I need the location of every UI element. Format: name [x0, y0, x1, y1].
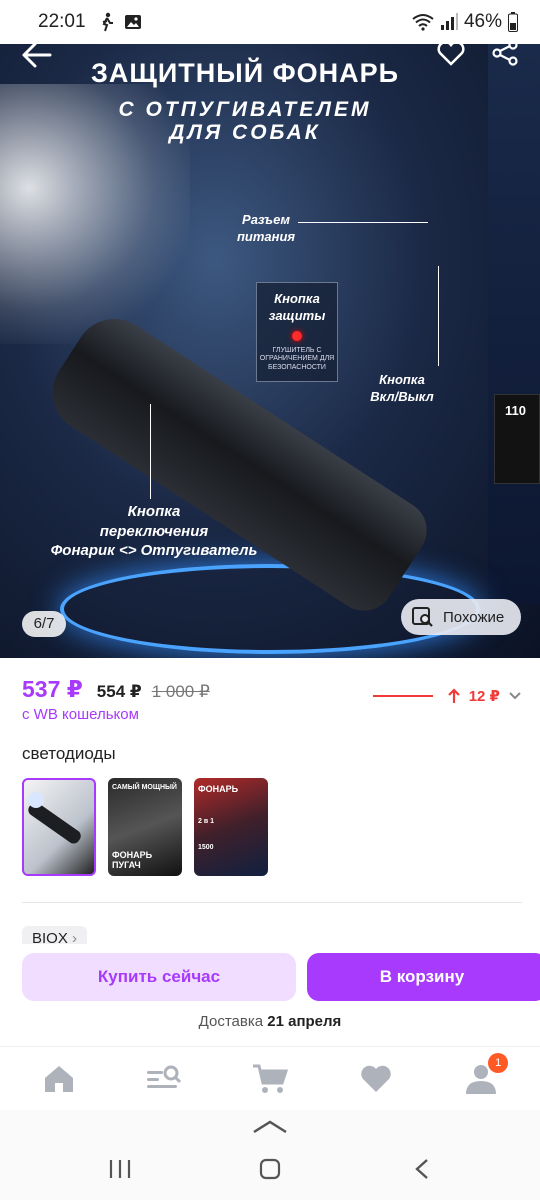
chevron-down-icon — [509, 692, 521, 700]
price-history-trend[interactable]: 12 ₽ — [372, 687, 522, 705]
callout-switch-line1: Кнопка — [127, 503, 181, 520]
callout-protect-line2: защиты — [268, 307, 326, 323]
walk-icon — [102, 12, 113, 32]
callout-power-line2: питания — [236, 228, 296, 244]
delivery-date: 21 апреля — [267, 1013, 342, 1030]
profile-badge: 1 — [488, 1052, 509, 1073]
arrow-up-icon — [447, 688, 460, 703]
back-nav-icon[interactable] — [414, 1158, 430, 1180]
callout-protect-line1: Кнопка — [274, 291, 320, 306]
home-nav-icon[interactable] — [259, 1158, 281, 1180]
variant-thumbnail-2[interactable]: САМЫЙ МОЩНЫЙ ФОНАРЬ ПУГАЧ — [108, 778, 182, 876]
flashlight-thumb-image — [28, 792, 81, 844]
status-time: 22:01 — [38, 11, 86, 32]
delivery-prefix: Доставка — [198, 1013, 264, 1030]
status-bar: 22:01 46% — [0, 0, 540, 44]
similar-label: Похожие — [443, 608, 505, 626]
price-old: 1 000 ₽ — [151, 682, 210, 701]
status-notification-icons — [98, 12, 142, 32]
callout-line-power — [298, 222, 428, 223]
add-to-cart-button[interactable]: В корзину — [307, 953, 540, 1001]
signal-icon — [440, 13, 458, 30]
callout-protect-title: Кнопка защиты — [257, 283, 337, 325]
battery-icon — [508, 12, 518, 32]
tab-profile[interactable]: 1 — [456, 1052, 509, 1099]
thumb2-label-top: САМЫЙ МОЩНЫЙ — [112, 784, 177, 791]
product-image-gallery[interactable]: 110 ЗАЩИТНЫЙ ФОНАРЬ С ОТПУГИВАТЕЛЕМ ДЛЯ … — [0, 44, 540, 658]
section-divider — [22, 902, 522, 903]
variant-title: светодиоды — [22, 744, 116, 763]
gallery-counter: 6/7 — [22, 611, 66, 637]
wifi-icon — [412, 14, 434, 31]
cart-icon — [252, 1064, 289, 1093]
tab-catalog-search[interactable] — [139, 1059, 189, 1099]
callout-onoff-line2: Вкл/Выкл — [370, 388, 434, 404]
red-button-dot — [292, 330, 302, 341]
similar-button[interactable]: Похожие — [401, 599, 521, 635]
price-row: 537 ₽ 554 ₽ 1 000 ₽ 12 ₽ — [22, 676, 522, 706]
variant-thumbnail-1[interactable] — [22, 778, 96, 876]
thumb2-label-bottom: ФОНАРЬ ПУГАЧ — [112, 850, 153, 870]
thumb3-label-top: ФОНАРЬ — [198, 784, 239, 794]
battery-percent: 46% — [463, 11, 502, 32]
hero-title-line1: ЗАЩИТНЫЙ ФОНАРЬ — [90, 58, 400, 88]
price-current: 537 ₽ — [22, 676, 83, 702]
callout-switch-line3: Фонарик <> Отпугиватель — [50, 542, 258, 559]
variant-thumbnails: САМЫЙ МОЩНЫЙ ФОНАРЬ ПУГАЧ ФОНАРЬ 2 в 1 1… — [22, 778, 268, 876]
callout-onoff-button: Кнопка Вкл/Выкл — [362, 372, 442, 406]
callout-protect-note: ГЛУШИТЕЛЬ С ОГРАНИЧЕНИЕМ ДЛЯ БЕЗОПАСНОСТ… — [259, 346, 335, 371]
share-button[interactable] — [490, 40, 520, 66]
next-image-box-label: 110 — [494, 394, 540, 484]
next-image-peek[interactable]: 110 — [488, 44, 540, 604]
wallet-label[interactable]: с WB кошельком — [22, 706, 139, 723]
callout-switch-button: Кнопка переключения Фонарик <> Отпугиват… — [36, 502, 272, 561]
catalog-search-icon — [147, 1065, 182, 1088]
system-navigation-bar — [0, 1110, 540, 1200]
recent-apps-icon[interactable] — [108, 1158, 132, 1180]
thumb3-label-bottom: 1500 — [198, 844, 214, 851]
callout-protection-button: Кнопка защиты ГЛУШИТЕЛЬ С ОГРАНИЧЕНИЕМ Д… — [256, 282, 338, 382]
callout-power-connector: Разъем питания — [236, 212, 296, 246]
price-trend-value: 12 ₽ — [468, 688, 500, 705]
delivery-info: Доставка 21 апреля — [0, 1013, 540, 1030]
callout-switch-line2: переключения — [99, 522, 209, 540]
bottom-tab-bar: 1 — [0, 1046, 540, 1110]
status-right: 46% — [412, 11, 518, 33]
price-without-wallet: 554 ₽ — [96, 682, 142, 701]
chevron-up-handle-icon[interactable] — [252, 1118, 288, 1134]
tab-cart[interactable] — [245, 1059, 295, 1099]
share-icon — [492, 40, 518, 66]
callout-onoff-line1: Кнопка — [379, 372, 425, 387]
home-icon — [44, 1065, 73, 1092]
arrow-left-icon — [22, 42, 52, 68]
variant-thumbnail-3[interactable]: ФОНАРЬ 2 в 1 1500 — [194, 778, 268, 876]
heart-outline-icon — [437, 40, 465, 66]
thumb3-label-mid: 2 в 1 — [198, 818, 214, 825]
similar-search-icon — [412, 607, 433, 627]
callout-power-line1: Разъем — [242, 212, 290, 227]
price-trend-line — [372, 695, 433, 697]
purchase-actions: Купить сейчас В корзину Доставка 21 апре… — [0, 944, 540, 1046]
hero-title-line2: С ОТПУГИВАТЕЛЕМ — [118, 98, 372, 121]
buy-now-button[interactable]: Купить сейчас — [22, 953, 296, 1001]
back-button[interactable] — [20, 40, 54, 70]
tab-favorites[interactable] — [351, 1059, 401, 1099]
hero-title-line3: ДЛЯ СОБАК — [169, 121, 321, 144]
tab-home[interactable] — [34, 1059, 84, 1099]
heart-icon — [360, 1065, 391, 1092]
image-icon — [124, 15, 141, 29]
callout-line-switch — [150, 404, 151, 499]
favorite-button[interactable] — [436, 40, 466, 66]
callout-line-onoff — [438, 266, 439, 366]
